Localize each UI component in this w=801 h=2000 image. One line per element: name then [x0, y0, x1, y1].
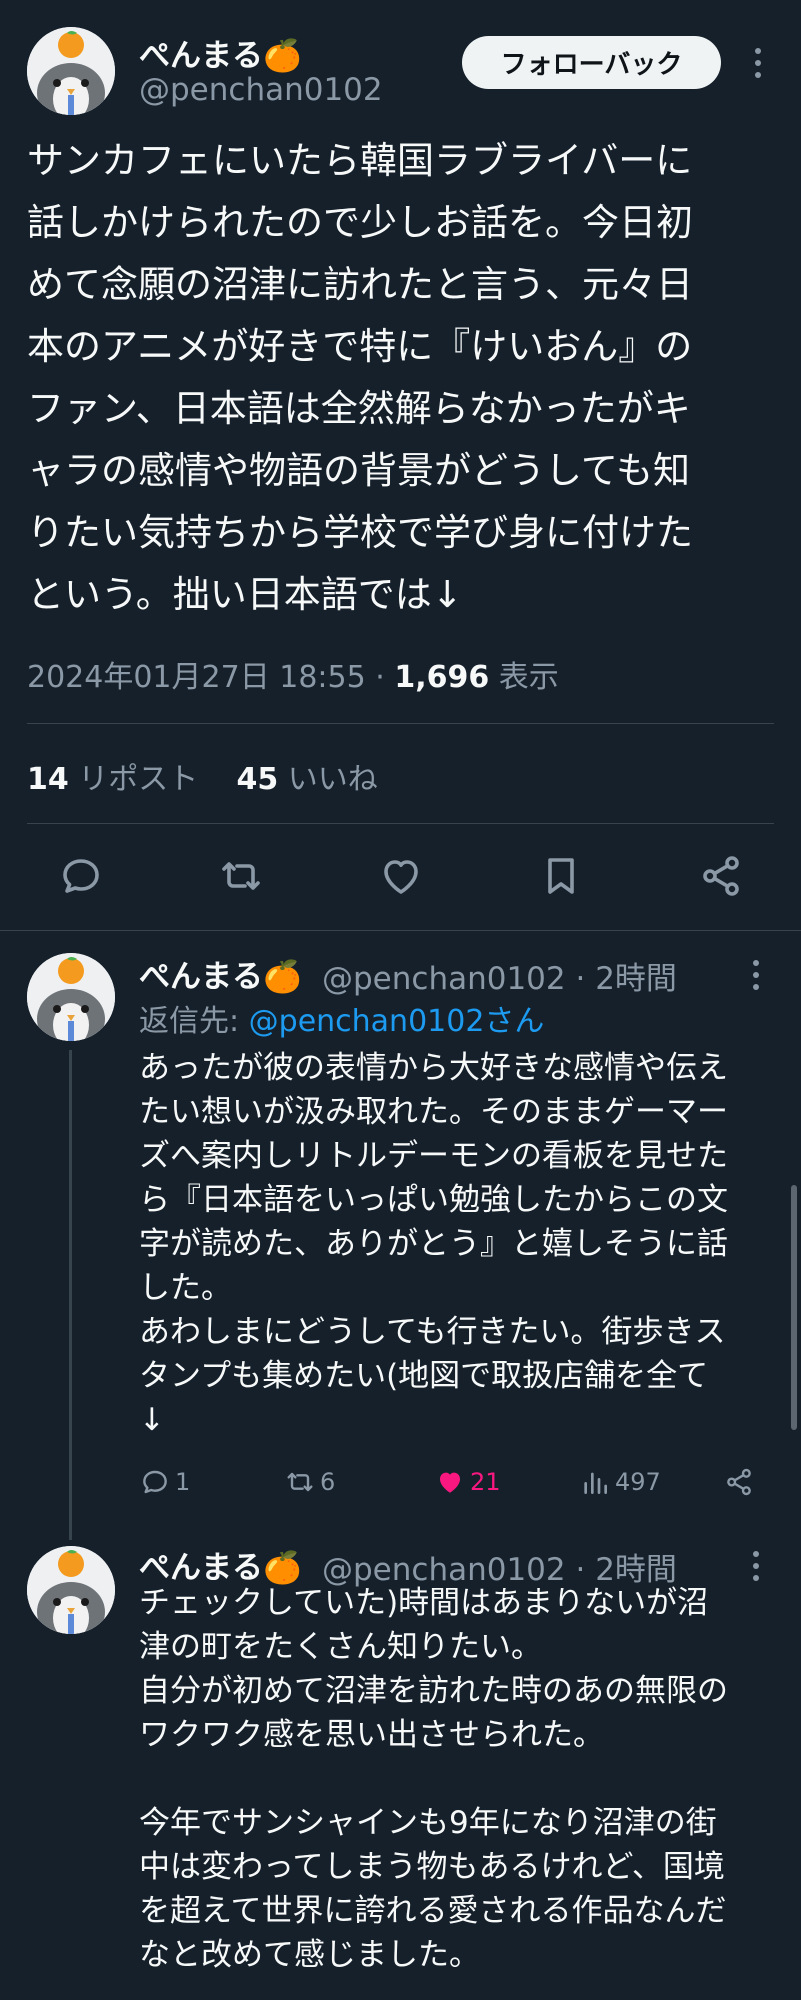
author-handle-text[interactable]: @penchan0102: [322, 961, 566, 997]
tweet-thread-page: ぺんまる🍊 @penchan0102 フォローバック サンカフェにいたら韓国ラブ…: [0, 0, 801, 2000]
reposts-count[interactable]: 14: [27, 762, 69, 797]
tweet-text: サンカフェにいたら韓国ラブライバーに 話しかけられたので少しお話を。今日初 めて…: [27, 139, 693, 616]
views-chart-icon: [584, 1472, 607, 1494]
reposts-label[interactable]: リポスト: [78, 762, 198, 797]
like-icon[interactable]: [377, 852, 425, 900]
share-icon[interactable]: [697, 852, 745, 900]
author-handle[interactable]: @penchan0102: [139, 72, 383, 108]
repost-icon: [287, 1472, 313, 1492]
likes-label[interactable]: いいね: [288, 762, 378, 797]
scrollbar[interactable]: [791, 1185, 797, 1430]
reply-to-mention[interactable]: @penchan0102さん: [249, 1004, 545, 1039]
views-count: 497: [615, 1468, 661, 1496]
reply-text: あったが彼の表情から大好きな感情や伝え たい想いが汲み取れた。そのままゲーマー …: [139, 1050, 728, 1438]
reply-action-bar: 1 6 21 497: [139, 1466, 779, 1502]
more-options-icon[interactable]: [755, 48, 761, 78]
post-time[interactable]: · 2時間: [576, 961, 677, 997]
tweet-meta: 2024年01月27日 18:55 · 1,696 表示: [27, 652, 559, 696]
like-filled-icon: [440, 1472, 460, 1493]
author-name[interactable]: ぺんまる🍊: [139, 30, 302, 75]
bookmark-icon[interactable]: [537, 852, 585, 900]
divider: [0, 930, 801, 931]
author-handle: @penchan0102 · 2時間: [322, 953, 677, 998]
share-icon: [727, 1468, 751, 1496]
views-count: 1,696: [394, 660, 490, 695]
penguin-avatar-icon: [27, 27, 115, 115]
views-button[interactable]: 497: [579, 1466, 661, 1498]
reply-to-line: 返信先: @penchan0102さん: [139, 996, 544, 1040]
repost-button[interactable]: 6: [284, 1466, 335, 1498]
divider: [27, 823, 774, 824]
divider: [27, 723, 774, 724]
avatar[interactable]: [27, 27, 115, 115]
reply-icon[interactable]: [57, 852, 105, 900]
avatar[interactable]: [27, 953, 115, 1041]
author-name[interactable]: ぺんまる🍊: [139, 951, 302, 996]
repost-icon[interactable]: [217, 852, 265, 900]
meta-separator: ·: [375, 660, 385, 695]
like-count: 21: [470, 1468, 501, 1496]
reply-button[interactable]: 1: [139, 1466, 190, 1498]
more-options-icon[interactable]: [753, 960, 759, 990]
reply-text: チェックしていた)時間はあまりないが沼 津の町をたくさん知りたい。 自分が初めて…: [139, 1585, 728, 1973]
like-button[interactable]: 21: [434, 1466, 501, 1498]
tweet-stats: 14 リポスト 45 いいね: [27, 754, 378, 798]
reply-icon: [143, 1470, 167, 1494]
share-button[interactable]: [723, 1466, 755, 1498]
avatar[interactable]: [27, 1546, 115, 1634]
thread-line: [69, 1050, 72, 1540]
penguin-avatar-icon: [27, 1546, 115, 1634]
views-label: 表示: [498, 660, 559, 695]
reply-to-label: 返信先:: [139, 1004, 240, 1039]
more-options-icon[interactable]: [753, 1551, 759, 1581]
likes-count[interactable]: 45: [236, 762, 278, 797]
follow-back-button[interactable]: フォローバック: [462, 36, 721, 89]
timestamp[interactable]: 2024年01月27日 18:55: [27, 660, 366, 695]
reply-count: 1: [175, 1468, 191, 1496]
repost-count: 6: [320, 1468, 336, 1496]
penguin-avatar-icon: [27, 953, 115, 1041]
tweet-action-bar: [27, 852, 774, 902]
